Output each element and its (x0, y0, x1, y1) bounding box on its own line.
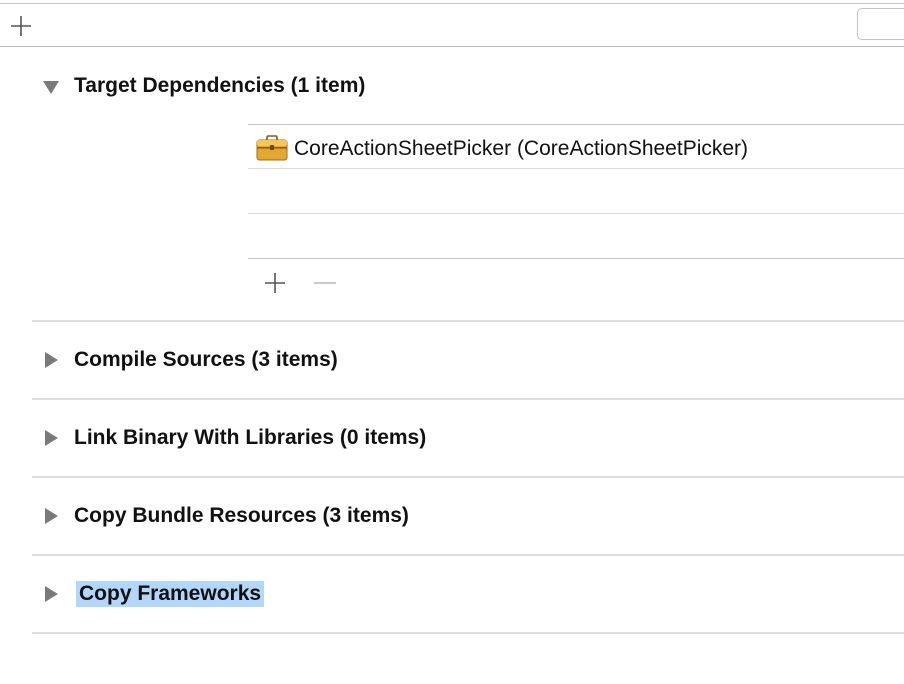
filter-field[interactable] (857, 8, 904, 40)
disclosure-triangle-right-icon[interactable] (42, 429, 60, 447)
disclosure-triangle-down-icon[interactable] (42, 78, 60, 96)
phase-title-compile-sources: Compile Sources (3 items) (74, 348, 338, 371)
empty-row (248, 168, 904, 212)
phase-title-copy-bundle-resources: Copy Bundle Resources (3 items) (74, 504, 409, 527)
phase-header-copy-frameworks[interactable]: Copy Frameworks (32, 556, 904, 632)
disclosure-triangle-right-icon[interactable] (42, 585, 60, 603)
plus-icon (11, 16, 31, 36)
plus-icon (265, 273, 285, 293)
toolbox-icon (256, 135, 288, 161)
dependency-row[interactable]: CoreActionSheetPicker (CoreActionSheetPi… (248, 124, 904, 168)
phase-header-compile-sources[interactable]: Compile Sources (3 items) (32, 322, 904, 398)
add-build-phase-button[interactable] (8, 13, 34, 39)
list-bottom-border (248, 258, 904, 259)
remove-dependency-button[interactable] (312, 270, 338, 296)
phase-divider (32, 632, 904, 634)
disclosure-triangle-right-icon[interactable] (42, 507, 60, 525)
build-phases-toolbar (0, 4, 904, 47)
phase-header-link-binary[interactable]: Link Binary With Libraries (0 items) (32, 400, 904, 476)
phase-header-target-dependencies[interactable]: Target Dependencies (1 item) (32, 48, 904, 118)
phase-title-link-binary: Link Binary With Libraries (0 items) (74, 426, 427, 449)
dependency-label: CoreActionSheetPicker (CoreActionSheetPi… (294, 137, 749, 160)
empty-row (248, 213, 904, 257)
disclosure-triangle-right-icon[interactable] (42, 351, 60, 369)
phase-header-copy-bundle-resources[interactable]: Copy Bundle Resources (3 items) (32, 478, 904, 554)
add-dependency-button[interactable] (262, 270, 288, 296)
phase-title-target-dependencies: Target Dependencies (1 item) (74, 74, 366, 97)
phase-title-copy-frameworks[interactable]: Copy Frameworks (76, 581, 265, 607)
